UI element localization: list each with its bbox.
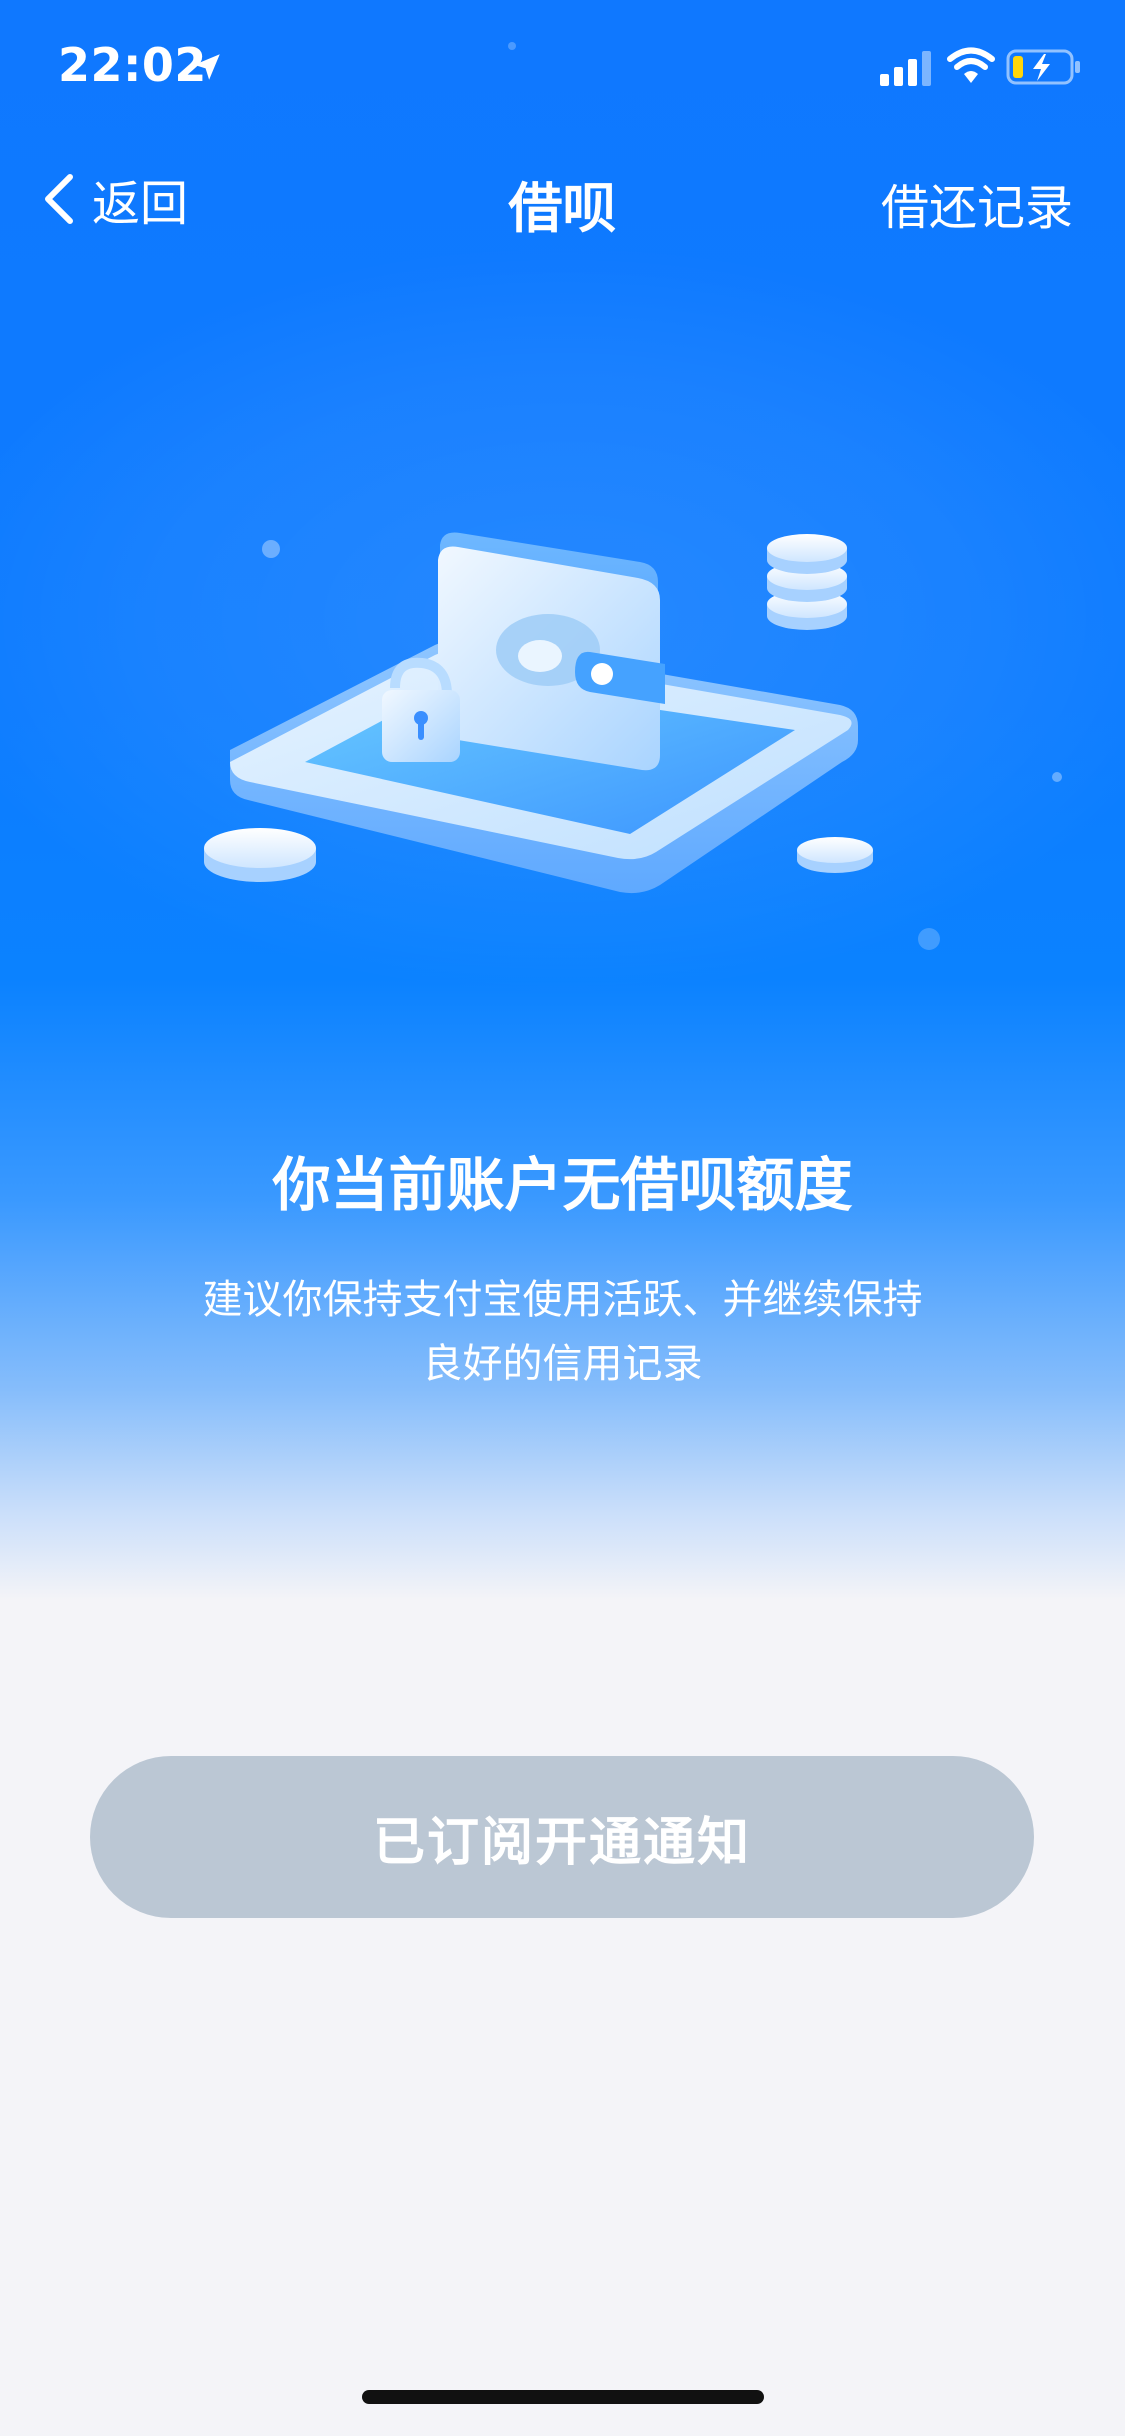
- no-credit-description: 建议你保持支付宝使用活跃、并继续保持 良好的信用记录: [160, 1268, 965, 1396]
- location-icon: [194, 54, 220, 80]
- sparkle-dot: [918, 928, 940, 950]
- description-line: 建议你保持支付宝使用活跃、并继续保持: [202, 1277, 923, 1323]
- signal-icon: [880, 51, 931, 86]
- sparkle-dot: [1052, 772, 1062, 782]
- screen: 22:02 返回 借呗 借还记录 你当前账户无借呗额度 建议你保持支付宝使用活跃…: [0, 0, 1125, 2436]
- description-line: 良好的信用记录: [422, 1341, 703, 1387]
- subscribed-notification-button[interactable]: 已订阅开通通知: [90, 1756, 1034, 1918]
- borrow-repay-history-link[interactable]: 借还记录: [881, 168, 1073, 238]
- wifi-icon: [947, 47, 995, 83]
- battery-charging-icon: [1006, 49, 1080, 85]
- wallet-lock-coins-illustration: [204, 532, 873, 894]
- no-credit-title: 你当前账户无借呗额度: [272, 1151, 853, 1219]
- home-indicator[interactable]: [362, 2390, 764, 2404]
- nav-bar: 返回 借呗 借还记录: [0, 150, 1125, 250]
- status-bar: 22:02: [0, 0, 1125, 132]
- status-time: 22:02: [58, 38, 207, 92]
- sparkle-dot: [508, 42, 516, 50]
